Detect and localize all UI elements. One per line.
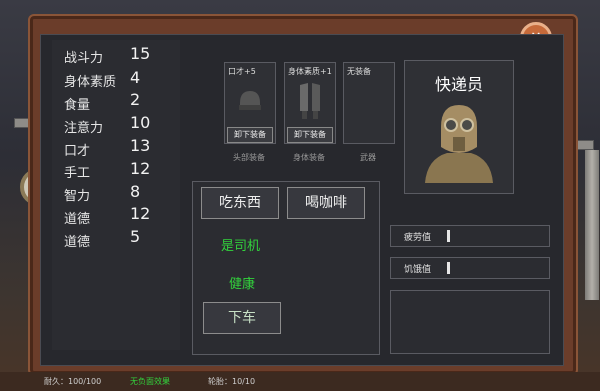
stat-label: 注意力	[64, 121, 104, 136]
actions-panel: 吃东西 喝咖啡 是司机 健康 下车	[192, 181, 380, 355]
stat-value: 2	[130, 90, 141, 109]
stat-value: 12	[130, 204, 151, 223]
stat-label: 道德	[64, 235, 91, 250]
fatigue-fill	[447, 230, 450, 242]
character-title: 快递员	[434, 75, 483, 94]
stat-value: 13	[130, 136, 151, 155]
equip-item-label: 口才+5	[228, 67, 256, 76]
jacket-icon	[300, 83, 320, 119]
stat-label: 手工	[64, 166, 91, 181]
stat-label: 食量	[64, 98, 91, 113]
unequip-head-button[interactable]: 卸下装备	[227, 127, 273, 143]
get-off-button[interactable]: 下车	[203, 302, 281, 334]
fatigue-label: 疲劳值	[404, 233, 432, 243]
tire-text: 轮胎：10/10	[208, 377, 256, 386]
stat-label: 智力	[64, 189, 91, 204]
eat-button[interactable]: 吃东西	[201, 187, 279, 219]
character-portrait-card: 快递员	[404, 60, 514, 194]
hunger-bar: 饥饿值	[390, 257, 550, 279]
body-slot-caption: 身体装备	[293, 153, 325, 162]
info-box	[390, 290, 550, 354]
fatigue-bar: 疲劳值	[390, 225, 550, 247]
weapon-equipment-slot[interactable]: 无装备	[343, 62, 395, 144]
stat-value: 10	[130, 113, 151, 132]
stat-value: 15	[130, 44, 151, 63]
stat-value: 12	[130, 159, 151, 178]
head-slot-caption: 头部装备	[233, 153, 265, 162]
head-equipment-slot[interactable]: 口才+5 卸下装备	[224, 62, 276, 144]
stat-value: 8	[130, 182, 141, 201]
hunger-label: 饥饿值	[404, 265, 432, 275]
stat-label: 身体素质	[64, 75, 117, 90]
unequip-body-button[interactable]: 卸下装备	[287, 127, 333, 143]
weapon-slot-caption: 武器	[360, 153, 376, 162]
durability-text: 耐久：100/100	[44, 377, 102, 386]
body-equipment-slot[interactable]: 身体素质+1 卸下装备	[284, 62, 336, 144]
coffee-button[interactable]: 喝咖啡	[287, 187, 365, 219]
stat-label: 战斗力	[64, 51, 104, 66]
health-status: 健康	[229, 277, 256, 292]
stats-list: 战斗力 15 身体素质 4 食量 2 注意力 10 口才 13 手工 12 智力…	[52, 40, 180, 350]
driver-status: 是司机	[221, 239, 261, 254]
equip-item-label: 身体素质+1	[288, 67, 332, 76]
courier-portrait-icon	[425, 105, 493, 183]
equip-item-label: 无装备	[347, 67, 371, 76]
stat-value: 5	[130, 227, 141, 246]
helmet-icon	[239, 91, 261, 110]
effect-text: 无负面效果	[130, 377, 170, 386]
stat-label: 口才	[64, 144, 91, 159]
hunger-fill	[447, 262, 450, 274]
stat-value: 4	[130, 68, 141, 87]
stat-label: 道德	[64, 212, 91, 227]
pipe-decoration	[585, 150, 599, 300]
